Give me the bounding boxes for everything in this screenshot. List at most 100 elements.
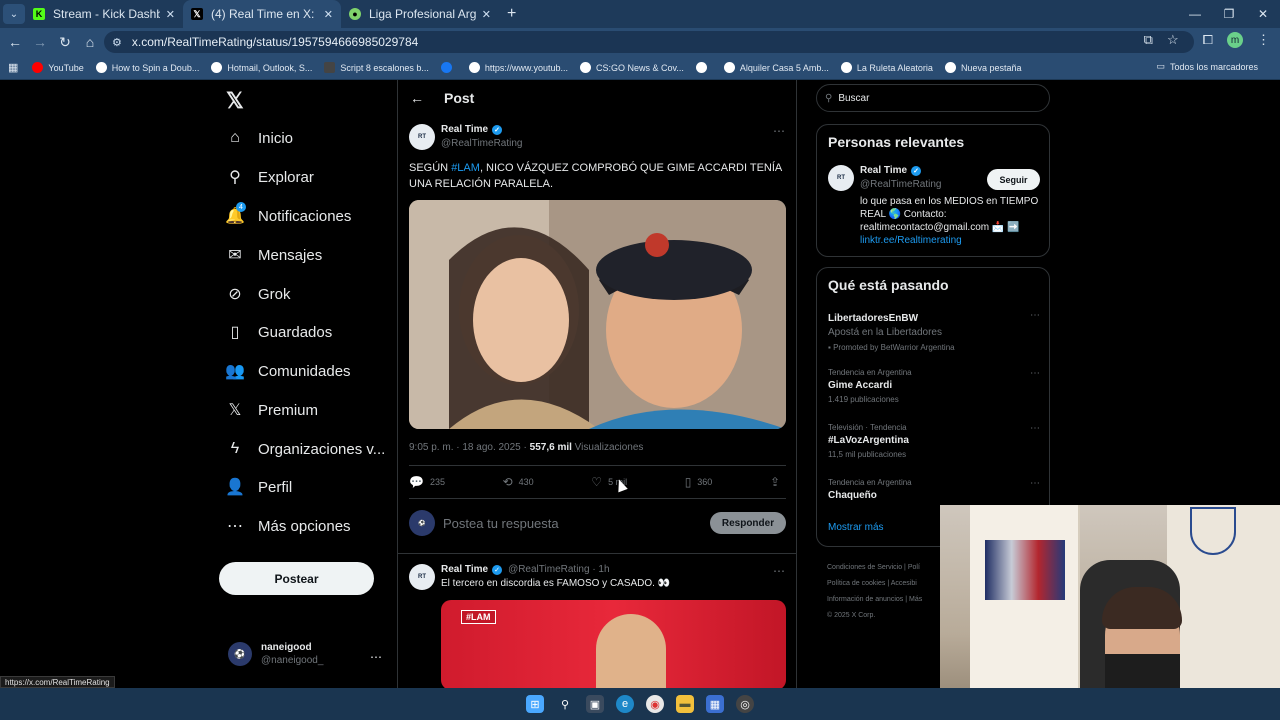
x-logo-icon[interactable]: 𝕏	[226, 88, 244, 114]
search-icon: ⚲	[825, 92, 833, 104]
nav-guardados[interactable]: ▯ Guardados	[226, 323, 333, 342]
close-icon[interactable]: ✕	[324, 8, 333, 21]
restore-icon[interactable]: ❐	[1212, 0, 1246, 28]
tab-x-post[interactable]: 𝕏 (4) Real Time en X: "SEGÚN #L/ ✕	[183, 0, 341, 28]
trend-item[interactable]: Televisión · Tendencia #LaVozArgentina 1…	[828, 423, 1040, 459]
folder-icon: ▭	[1156, 61, 1165, 71]
bookmark-spin[interactable]: How to Spin a Doub...	[95, 62, 199, 73]
share-button[interactable]: ⇪	[770, 475, 786, 489]
close-icon[interactable]: ✕	[482, 8, 491, 21]
more-icon[interactable]: ⋯	[1030, 478, 1040, 489]
more-icon[interactable]: ⋯	[773, 564, 785, 578]
reload-icon[interactable]: ↻	[53, 34, 77, 51]
home-browser-icon[interactable]: ⌂	[78, 34, 102, 50]
minimize-icon[interactable]: —	[1178, 0, 1212, 28]
address-bar[interactable]: ⚙ x.com/RealTimeRating/status/1957594666…	[104, 31, 1194, 53]
chrome-icon[interactable]: ◉	[646, 695, 664, 713]
site-info-icon[interactable]: ⚙	[112, 36, 122, 49]
task-view-icon[interactable]: ▣	[586, 695, 604, 713]
bell-icon: 🔔 4	[225, 202, 246, 225]
bookmark-facebook[interactable]	[440, 62, 457, 73]
nav-perfil[interactable]: 👤 Perfil	[225, 478, 292, 497]
edge-icon[interactable]: e	[616, 695, 634, 713]
bookmark-globe[interactable]	[695, 62, 712, 73]
more-icon[interactable]: ⋯	[1030, 368, 1040, 379]
trend-item[interactable]: LibertadoresEnBW Apostá en la Libertador…	[828, 310, 1040, 352]
author-name[interactable]: Real Time	[441, 124, 488, 135]
search-input[interactable]: ⚲ Buscar	[816, 84, 1050, 112]
more-icon[interactable]: ⋯	[773, 124, 785, 138]
nav-mas-opciones[interactable]: ⋯ Más opciones	[226, 517, 351, 536]
back-icon[interactable]: ←	[3, 34, 27, 50]
nav-grok[interactable]: ⊘ Grok	[226, 285, 290, 304]
bookmark-nueva[interactable]: Nueva pestaña	[944, 62, 1021, 73]
home-icon: ⌂	[230, 129, 240, 146]
extensions-icon[interactable]: ⧠	[1203, 32, 1213, 48]
obs-icon[interactable]: ◎	[736, 695, 754, 713]
more-icon[interactable]: ⋯	[1030, 423, 1040, 434]
new-tab-button[interactable]: +	[507, 5, 516, 23]
post-image[interactable]	[409, 200, 786, 429]
apps-icon[interactable]: ▦	[8, 61, 18, 74]
bookmark-ruleta[interactable]: La Ruleta Aleatoria	[840, 62, 933, 73]
close-window-icon[interactable]: ✕	[1246, 0, 1280, 28]
tab-liga[interactable]: ● Liga Profesional Argentina - PC ✕	[341, 0, 499, 28]
bookmark-youtube-link[interactable]: https://www.youtub...	[468, 62, 568, 73]
follow-button[interactable]: Seguir	[987, 169, 1040, 190]
profile-avatar[interactable]: m	[1227, 32, 1243, 48]
post-author[interactable]: RT Real Time ✓ @RealTimeRating	[409, 124, 522, 150]
avatar: ⚽	[228, 642, 252, 666]
post-button[interactable]: Postear	[219, 562, 374, 595]
communities-icon: 👥	[225, 363, 245, 380]
author-handle[interactable]: @RealTimeRating	[441, 138, 522, 149]
bookmark-button[interactable]: ▯ 360	[685, 475, 713, 489]
nav-notificaciones[interactable]: 🔔 4 Notificaciones	[225, 202, 351, 225]
store-icon[interactable]: ▦	[706, 695, 724, 713]
menu-icon[interactable]: ⋮	[1257, 32, 1270, 48]
toolbar-right: ⧉ ☆ ⧠ m ⋮	[1144, 32, 1270, 48]
account-switcher[interactable]: ⚽ naneigood @naneigood_	[228, 642, 323, 666]
bookmark-hotmail[interactable]: Hotmail, Outlook, S...	[211, 62, 312, 73]
reply-video-thumbnail[interactable]: #LAM	[441, 600, 786, 688]
reply-author-name: Real Time	[441, 564, 489, 575]
nav-organizaciones[interactable]: ϟ Organizaciones v...	[226, 440, 386, 458]
avatar[interactable]: RT	[409, 124, 435, 150]
tab-kick[interactable]: K Stream - Kick Dashboard ✕	[25, 0, 183, 28]
close-icon[interactable]: ✕	[166, 8, 175, 21]
search-icon[interactable]: ⚲	[556, 695, 574, 713]
nav-mensajes[interactable]: ✉ Mensajes	[226, 246, 322, 265]
tab-search-button[interactable]: ⌄	[3, 4, 25, 24]
all-bookmarks[interactable]: ▭ Todos los marcadores	[1156, 61, 1258, 72]
post-timestamp[interactable]: 9:05 p. m. · 18 ago. 2025 ·	[409, 442, 530, 453]
back-arrow-icon[interactable]: ←	[410, 90, 424, 106]
bookmark-alquiler[interactable]: Alquiler Casa 5 Amb...	[723, 62, 829, 73]
reply-input[interactable]: Postea tu respuesta	[443, 516, 710, 531]
file-explorer-icon[interactable]: ▬	[676, 695, 694, 713]
cast-icon[interactable]: ⧉	[1144, 32, 1153, 48]
more-icon[interactable]: ⋯	[1030, 310, 1040, 321]
account-name: naneigood	[261, 642, 312, 653]
more-icon[interactable]: ⋯	[370, 650, 382, 664]
hashtag-link[interactable]: #LAM	[451, 162, 480, 174]
trend-item[interactable]: Tendencia en Argentina Gime Accardi 1.41…	[828, 368, 1040, 404]
bio-link[interactable]: linktr.ee/Realtimerating	[860, 235, 962, 246]
divider	[409, 465, 786, 466]
reply-submit-button[interactable]: Responder	[710, 512, 786, 534]
bookmark-csgo[interactable]: CS:GO News & Cov...	[579, 62, 684, 73]
bookmark-youtube[interactable]: YouTube	[32, 62, 84, 73]
bookmark-script[interactable]: Script 8 escalones b...	[324, 62, 429, 73]
avatar[interactable]: RT	[409, 564, 435, 590]
forward-icon[interactable]: →	[28, 34, 52, 50]
thread-reply[interactable]: RT Real Time ✓ @RealTimeRating · 1h El ter…	[409, 564, 670, 590]
repost-button[interactable]: ⟲ 430	[503, 475, 534, 489]
start-icon[interactable]: ⊞	[526, 695, 544, 713]
relevant-people-card: Personas relevantes RT Real Time ✓ @RealT…	[816, 124, 1050, 257]
star-icon[interactable]: ☆	[1167, 32, 1179, 48]
nav-explorar[interactable]: ⚲ Explorar	[226, 168, 314, 187]
reply-button[interactable]: 💬 235	[409, 475, 445, 489]
trend-item[interactable]: Tendencia en Argentina Chaqueño ⋯	[828, 478, 1040, 501]
show-more-link[interactable]: Mostrar más	[828, 522, 884, 533]
nav-comunidades[interactable]: 👥 Comunidades	[225, 362, 351, 381]
nav-premium[interactable]: 𝕏 Premium	[226, 401, 318, 420]
nav-inicio[interactable]: ⌂ Inicio	[226, 129, 293, 147]
